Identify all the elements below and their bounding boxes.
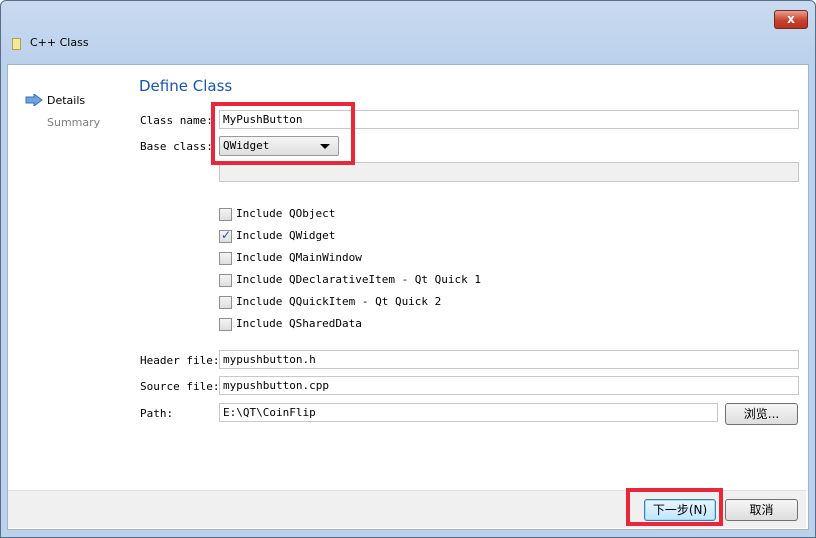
window-title: C++ Class bbox=[30, 36, 89, 49]
class-name-label: Class name: bbox=[140, 114, 213, 127]
highlight-box-class-fields bbox=[211, 102, 355, 165]
source-file-input[interactable]: mypushbutton.cpp bbox=[219, 376, 799, 395]
close-icon: x bbox=[787, 12, 795, 26]
header-file-input[interactable]: mypushbutton.h bbox=[219, 350, 799, 369]
checkbox[interactable] bbox=[219, 208, 232, 221]
checkbox[interactable] bbox=[219, 274, 232, 287]
browse-button[interactable]: 浏览... bbox=[725, 403, 798, 425]
checkbox-label: Include QQuickItem - Qt Quick 2 bbox=[236, 295, 442, 308]
path-label: Path: bbox=[140, 407, 174, 420]
cancel-button[interactable]: 取消 bbox=[725, 499, 798, 521]
source-file-label: Source file: bbox=[140, 380, 220, 393]
page-title: Define Class bbox=[139, 77, 233, 95]
checkbox[interactable] bbox=[219, 252, 232, 265]
checkbox-label: Include QDeclarativeItem - Qt Quick 1 bbox=[236, 273, 482, 286]
checkbox-label: Include QWidget bbox=[236, 229, 336, 242]
checkbox[interactable] bbox=[219, 296, 232, 309]
nav-item-summary[interactable]: Summary bbox=[47, 116, 100, 129]
path-input[interactable]: E:\QT\CoinFlip bbox=[219, 403, 718, 422]
checkmark-icon: ✓ bbox=[221, 228, 232, 242]
close-button[interactable]: x bbox=[774, 10, 808, 29]
checkbox-label: Include QMainWindow bbox=[236, 251, 362, 264]
checkbox[interactable] bbox=[219, 318, 232, 331]
highlight-box-next-button bbox=[626, 488, 723, 526]
nav-item-details[interactable]: Details bbox=[47, 94, 85, 107]
file-icon bbox=[12, 38, 21, 50]
checkbox-label: Include QSharedData bbox=[236, 317, 362, 330]
checkbox[interactable]: ✓ bbox=[219, 228, 232, 243]
current-step-arrow-icon bbox=[25, 94, 43, 106]
base-class-label: Base class: bbox=[140, 140, 213, 153]
header-file-label: Header file: bbox=[140, 354, 220, 367]
type-information-field bbox=[219, 162, 799, 182]
checkbox-label: Include QObject bbox=[236, 207, 336, 220]
